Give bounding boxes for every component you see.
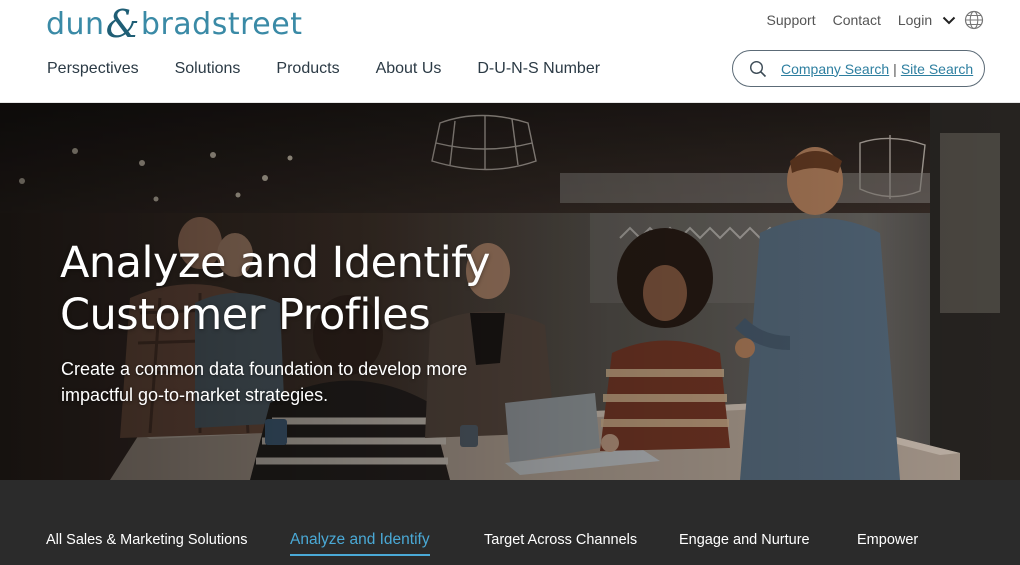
tab-empower[interactable]: Empower	[857, 532, 918, 548]
tab-engage-and-nurture[interactable]: Engage and Nurture	[679, 532, 810, 548]
hero-banner: Analyze and Identify Customer Profiles Cr…	[0, 103, 1020, 480]
login-label: Login	[897, 12, 933, 28]
support-link[interactable]: Support	[767, 12, 816, 28]
chevron-down-icon	[942, 16, 956, 25]
hero-title-line-1: Analyze and Identify	[60, 238, 491, 288]
logo-text-dun: dun	[46, 6, 105, 42]
nav-item-about-us[interactable]: About Us	[376, 60, 442, 78]
contact-link[interactable]: Contact	[833, 12, 881, 28]
tab-target-across-channels[interactable]: Target Across Channels	[484, 532, 637, 548]
search-separator: |	[893, 60, 897, 77]
nav-item-solutions[interactable]: Solutions	[175, 60, 241, 78]
tab-all-sales-marketing-solutions[interactable]: All Sales & Marketing Solutions	[46, 532, 248, 548]
nav-item-products[interactable]: Products	[276, 60, 339, 78]
nav-item-perspectives[interactable]: Perspectives	[47, 60, 139, 78]
solutions-tab-bar: All Sales & Marketing Solutions Analyze …	[0, 480, 1020, 565]
nav-item-duns-number[interactable]: D-U-N-S Number	[477, 60, 600, 78]
globe-icon[interactable]	[964, 10, 984, 30]
dnb-logo[interactable]: dun & bradstreet	[46, 2, 303, 46]
logo-text-bradstreet: bradstreet	[140, 6, 303, 42]
search-box[interactable]: Company Search | Site Search	[732, 50, 985, 87]
logo-ampersand: &	[105, 2, 140, 46]
hero-subtitle: Create a common data foundation to devel…	[61, 359, 468, 405]
login-menu[interactable]: Login	[898, 12, 964, 28]
search-icon[interactable]	[749, 60, 767, 78]
main-nav: Perspectives Solutions Products About Us…	[47, 60, 636, 78]
hero-title-line-2: Customer Profiles	[60, 290, 431, 340]
utility-nav: Support Contact Login	[767, 10, 984, 30]
site-header: dun & bradstreet Support Contact Login P…	[0, 0, 1020, 103]
tab-analyze-and-identify[interactable]: Analyze and Identify	[290, 531, 430, 556]
site-search-link[interactable]: Site Search	[901, 61, 973, 77]
hero-title: Analyze and Identify Customer Profiles	[60, 237, 620, 341]
company-search-link[interactable]: Company Search	[781, 61, 889, 77]
